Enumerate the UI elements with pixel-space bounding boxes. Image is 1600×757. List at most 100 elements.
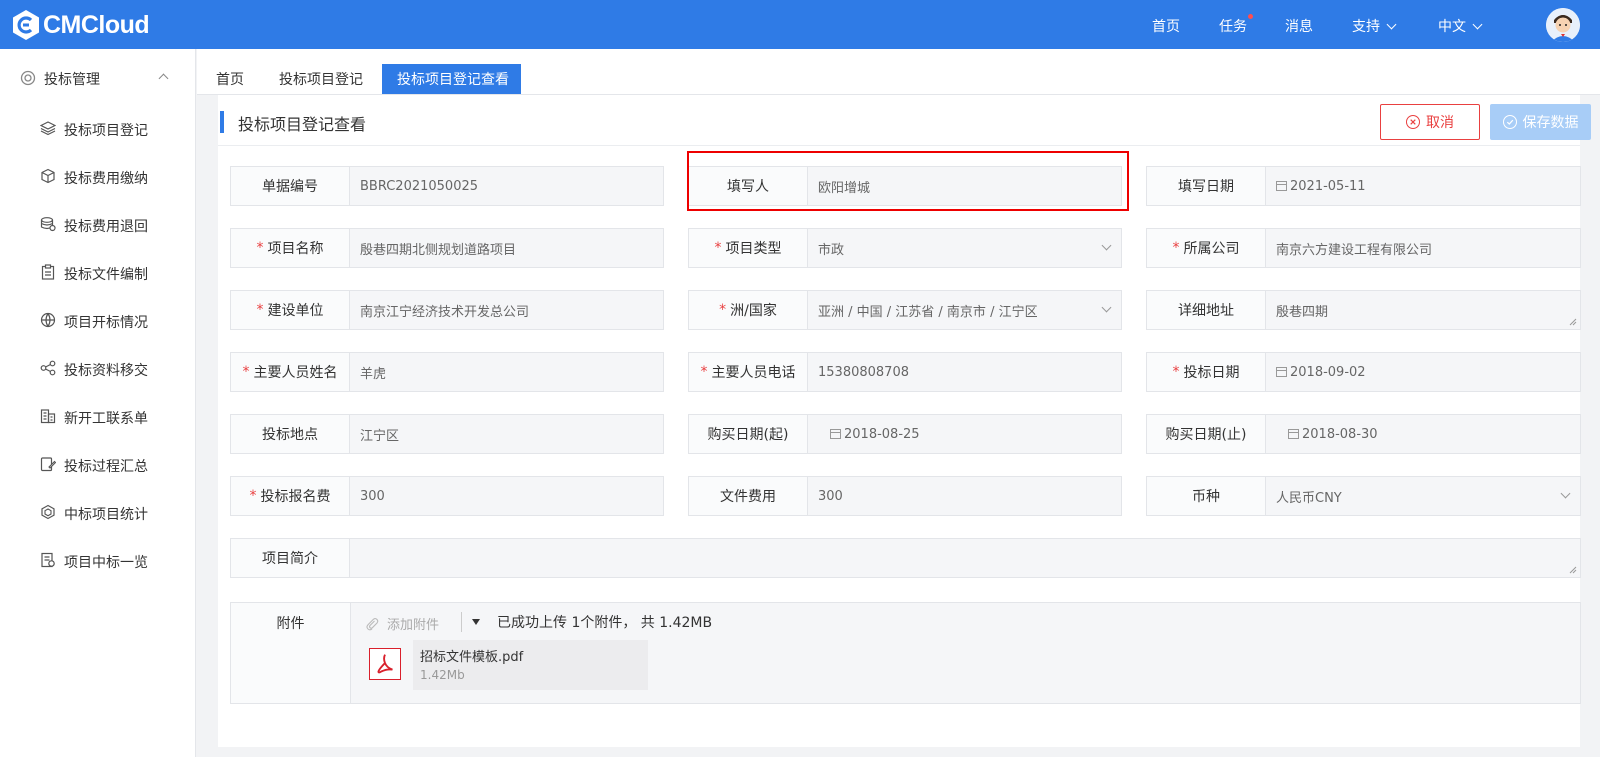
attachment-file-card[interactable]: 招标文件模板.pdf 1.42Mb	[413, 640, 648, 690]
hex-icon	[41, 504, 55, 520]
nav-support[interactable]: 支持	[1352, 16, 1397, 36]
required-mark: *	[256, 302, 264, 318]
buy-end-value: 2018-08-30	[1302, 426, 1378, 442]
upload-status: 已成功上传 1个附件， 共 1.42MB	[497, 615, 713, 631]
person-phone-input[interactable]: 15380808708	[808, 353, 1121, 391]
sidebar-item-doc-prepare[interactable]: 投标文件编制	[0, 253, 196, 293]
buy-start-input[interactable]: 2018-08-25	[808, 415, 1121, 453]
nav-language[interactable]: 中文	[1438, 16, 1483, 36]
tab-home[interactable]: 首页	[216, 64, 244, 94]
chevron-down-icon	[1101, 240, 1112, 251]
field-label: * 项目名称	[231, 229, 350, 267]
nav-support-label: 支持	[1352, 19, 1380, 35]
target-icon	[20, 70, 36, 86]
save-label: 保存数据	[1522, 115, 1579, 131]
signup-fee-label: 投标报名费	[260, 489, 331, 505]
sidebar-item-label: 投标过程汇总	[64, 459, 148, 475]
nav-home[interactable]: 首页	[1152, 16, 1180, 36]
close-circle-icon	[1406, 115, 1420, 129]
page-title: 投标项目登记查看	[238, 115, 367, 134]
resize-handle-icon[interactable]	[1569, 566, 1577, 574]
person-name-input[interactable]: 羊虎	[350, 353, 663, 391]
avatar-icon	[1546, 8, 1580, 42]
field-project-name: * 项目名称 殷巷四期北侧规划道路项目	[230, 228, 664, 268]
project-name-input[interactable]: 殷巷四期北侧规划道路项目	[350, 229, 663, 267]
doc-fee-input[interactable]: 300	[808, 477, 1121, 515]
building-icon	[40, 409, 56, 424]
field-label: * 洲/国家	[689, 291, 808, 329]
field-label: * 主要人员姓名	[231, 353, 350, 391]
save-button[interactable]: 保存数据	[1490, 104, 1591, 140]
builder-label: 建设单位	[267, 303, 324, 319]
field-person-phone: * 主要人员电话 15380808708	[688, 352, 1122, 392]
nav-messages[interactable]: 消息	[1285, 16, 1313, 36]
sidebar-item-label: 项目开标情况	[64, 315, 148, 331]
sidebar-item-process-summary[interactable]: 投标过程汇总	[0, 445, 196, 485]
person-phone-label: 主要人员电话	[711, 365, 796, 381]
add-attachment-button[interactable]: 添加附件	[365, 614, 439, 633]
address-textarea[interactable]: 殷巷四期	[1266, 291, 1580, 329]
file-name[interactable]: 招标文件模板.pdf	[420, 646, 523, 665]
bid-date-value: 2018-09-02	[1290, 364, 1366, 380]
summary-textarea[interactable]	[350, 539, 1580, 577]
tab-bar: 首页 投标项目登记 投标项目登记查看	[197, 49, 1600, 95]
clipboard-icon	[41, 264, 55, 280]
field-label: * 投标报名费	[231, 477, 350, 515]
bid-date-input[interactable]: 2018-09-02	[1266, 353, 1580, 391]
sidebar-item-fee-refund[interactable]: 投标费用退回	[0, 205, 196, 245]
sidebar-item-bid-opening[interactable]: 项目开标情况	[0, 301, 196, 341]
logo[interactable]: CMCloud	[10, 8, 150, 42]
builder-input[interactable]: 南京江宁经济技术开发总公司	[350, 291, 663, 329]
region-label: 洲/国家	[730, 303, 777, 319]
avatar[interactable]	[1546, 8, 1580, 42]
field-bid-date: * 投标日期 2018-09-02	[1146, 352, 1581, 392]
notification-dot	[1248, 14, 1253, 19]
currency-select[interactable]: 人民币CNY	[1266, 477, 1580, 515]
calendar-icon	[1276, 367, 1287, 377]
sidebar-item-label: 投标费用退回	[64, 219, 148, 235]
attachment-area: 添加附件 已成功上传 1个附件， 共 1.42MB 招标文件模板.pdf 1.4…	[351, 603, 1580, 703]
field-label: * 项目类型	[689, 229, 808, 267]
region-cascader[interactable]: 亚洲 / 中国 / 江苏省 / 南京市 / 江宁区	[808, 291, 1121, 329]
sidebar-item-bid-register[interactable]: 投标项目登记	[0, 109, 196, 149]
field-label: 币种	[1147, 477, 1266, 515]
fill-date-input[interactable]: 2021-05-11	[1266, 167, 1580, 205]
sidebar-item-label: 投标费用缴纳	[64, 171, 148, 187]
signup-fee-input[interactable]: 300	[350, 477, 663, 515]
tab-bid-register-view[interactable]: 投标项目登记查看	[382, 64, 521, 94]
field-label: 投标地点	[231, 415, 350, 453]
attachment-dropdown[interactable]	[461, 612, 480, 632]
add-attachment-label: 添加附件	[387, 618, 440, 633]
buy-end-input[interactable]: 2018-08-30	[1266, 415, 1580, 453]
sidebar-item-new-contact[interactable]: 新开工联系单	[0, 397, 196, 437]
sidebar-item-win-stats[interactable]: 中标项目统计	[0, 493, 196, 533]
field-label: 项目简介	[231, 539, 350, 577]
chevron-down-icon	[1101, 302, 1112, 313]
required-mark: *	[700, 364, 708, 380]
sidebar-item-win-overview[interactable]: 项目中标一览	[0, 541, 196, 581]
field-attachment: 附件 添加附件 已成功上传 1个附件， 共 1.42MB 招标文件模板.pdf …	[230, 602, 1581, 704]
tab-bid-register[interactable]: 投标项目登记	[279, 64, 363, 94]
field-label: 购买日期(起)	[689, 415, 808, 453]
sidebar-item-fee-payment[interactable]: 投标费用缴纳	[0, 157, 196, 197]
bid-date-label: 投标日期	[1183, 365, 1240, 381]
resize-handle-icon[interactable]	[1569, 318, 1577, 326]
sidebar-item-doc-transfer[interactable]: 投标资料移交	[0, 349, 196, 389]
chevron-up-icon	[158, 73, 169, 84]
required-mark: *	[1172, 364, 1180, 380]
sidebar-group-bid-management[interactable]: 投标管理	[0, 63, 196, 93]
file-size: 1.42Mb	[420, 668, 465, 682]
paperclip-icon	[366, 617, 379, 630]
bid-place-input[interactable]: 江宁区	[350, 415, 663, 453]
sidebar-item-label: 投标项目登记	[64, 123, 148, 139]
address-value: 殷巷四期	[1276, 304, 1329, 320]
calendar-icon	[1288, 429, 1299, 439]
company-input[interactable]: 南京六方建设工程有限公司	[1266, 229, 1580, 267]
doc-no-input[interactable]: BBRC2021050025	[350, 167, 663, 205]
nav-language-label: 中文	[1438, 19, 1466, 35]
region-value: 亚洲 / 中国 / 江苏省 / 南京市 / 江宁区	[818, 304, 1038, 320]
project-type-select[interactable]: 市政	[808, 229, 1121, 267]
top-bar: CMCloud 首页 任务 消息 支持 中文	[0, 0, 1600, 49]
cancel-button[interactable]: 取消	[1380, 104, 1480, 140]
nav-tasks[interactable]: 任务	[1219, 14, 1253, 36]
